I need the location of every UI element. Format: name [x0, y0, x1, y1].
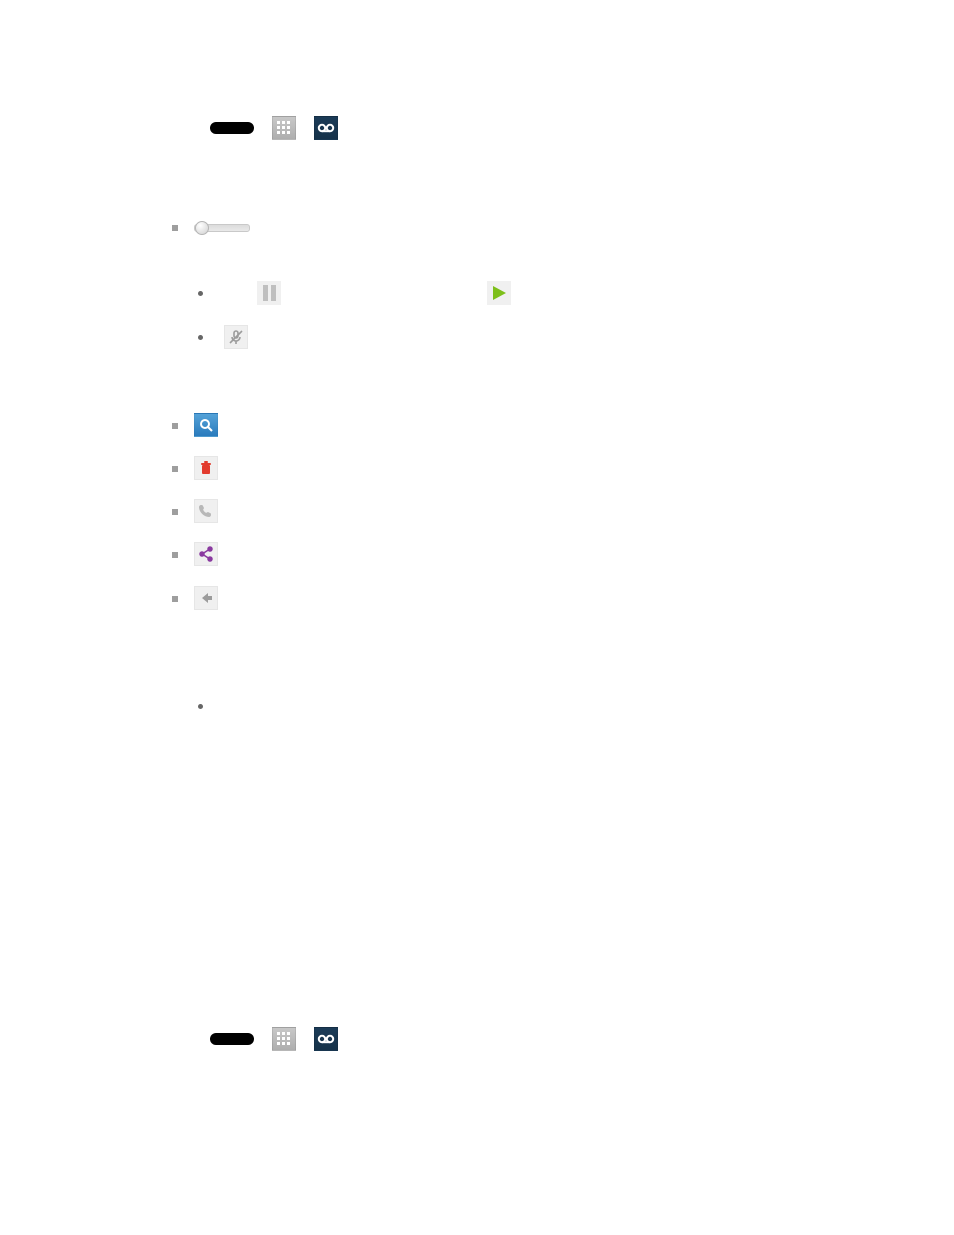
list-bullet — [172, 423, 178, 429]
slider-thumb[interactable] — [195, 221, 209, 235]
share-icon — [198, 546, 214, 562]
menu-pill[interactable] — [210, 122, 254, 134]
mic-mute-icon — [228, 329, 244, 345]
grid-icon — [276, 120, 292, 136]
tape-icon — [317, 122, 335, 134]
share-button[interactable] — [194, 542, 218, 566]
list-bullet — [172, 552, 178, 558]
call-button[interactable] — [194, 499, 218, 523]
back-button[interactable] — [194, 586, 218, 610]
list-bullet — [172, 509, 178, 515]
keypad-icon[interactable] — [272, 1027, 296, 1051]
menu-pill[interactable] — [210, 1033, 254, 1045]
list-bullet — [198, 335, 203, 340]
phone-icon — [198, 503, 214, 519]
mic-mute-button[interactable] — [224, 325, 248, 349]
search-button[interactable] — [194, 413, 218, 437]
pause-button[interactable] — [257, 281, 281, 305]
back-arrow-icon — [198, 590, 214, 606]
progress-slider[interactable] — [194, 221, 250, 235]
keypad-icon[interactable] — [272, 116, 296, 140]
list-bullet — [172, 466, 178, 472]
search-icon — [198, 417, 214, 433]
list-bullet — [198, 291, 203, 296]
voicemail-icon[interactable]: ∞ — [314, 1027, 338, 1051]
pause-bar — [263, 285, 268, 301]
list-bullet — [198, 704, 203, 709]
play-button[interactable] — [487, 281, 511, 305]
tape-icon — [317, 1033, 335, 1045]
play-icon — [491, 285, 507, 301]
grid-icon — [276, 1031, 292, 1047]
voicemail-icon[interactable]: ∞ — [314, 116, 338, 140]
delete-button[interactable] — [194, 456, 218, 480]
trash-icon — [198, 460, 214, 476]
pause-bar — [271, 285, 276, 301]
list-bullet — [172, 596, 178, 602]
list-bullet — [172, 225, 178, 231]
